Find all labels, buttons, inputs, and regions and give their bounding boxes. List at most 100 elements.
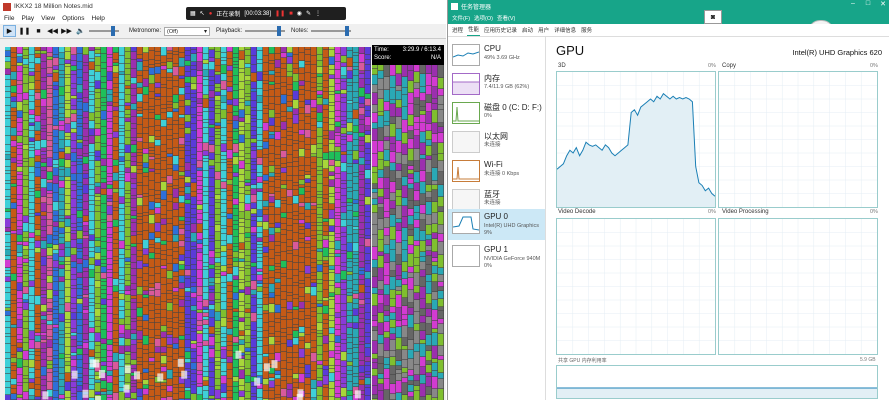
note-block bbox=[71, 255, 77, 262]
note-block bbox=[53, 307, 59, 310]
note-block bbox=[155, 159, 161, 164]
menu-play[interactable]: Play bbox=[21, 15, 34, 22]
note-block bbox=[131, 162, 137, 166]
note-block bbox=[119, 226, 125, 232]
resource-cpu[interactable]: CPU 49% 3.69 GHz bbox=[448, 41, 545, 70]
note-block bbox=[269, 298, 275, 304]
note-block bbox=[311, 139, 317, 145]
note-block bbox=[227, 173, 233, 180]
note-block bbox=[227, 66, 233, 71]
note-block bbox=[191, 319, 197, 325]
pen-icon[interactable]: ✎ bbox=[306, 10, 311, 17]
note-block bbox=[191, 325, 197, 329]
note-block bbox=[95, 201, 101, 206]
note-block bbox=[149, 148, 155, 151]
stop-record-icon[interactable]: ■ bbox=[289, 11, 293, 17]
note-block bbox=[65, 147, 71, 154]
note-block bbox=[299, 130, 305, 135]
note-block bbox=[167, 69, 173, 73]
note-block bbox=[197, 171, 203, 177]
tm-menu-view[interactable]: 查看(V) bbox=[497, 14, 515, 22]
note-block bbox=[29, 55, 35, 63]
note-block bbox=[305, 100, 311, 105]
note-block bbox=[65, 257, 71, 262]
note-block bbox=[167, 89, 173, 97]
tm-menu-options[interactable]: 选项(O) bbox=[474, 14, 493, 22]
note-block bbox=[197, 177, 203, 181]
note-block bbox=[305, 175, 311, 179]
pointer-icon[interactable]: ↖ bbox=[200, 10, 205, 17]
menu-file[interactable]: File bbox=[4, 15, 14, 22]
note-block bbox=[113, 53, 119, 60]
resource-ethernet[interactable]: 以太网 未连接 bbox=[448, 128, 545, 157]
note-block bbox=[77, 252, 83, 259]
note-block bbox=[359, 175, 365, 180]
resource-gpu0[interactable]: GPU 0 Intel(R) UHD Graphics 9% bbox=[448, 209, 545, 240]
note-block bbox=[65, 216, 71, 219]
note-block bbox=[5, 247, 11, 250]
more-icon[interactable]: ⋮ bbox=[315, 10, 321, 17]
note-block bbox=[173, 354, 179, 360]
tab-users[interactable]: 用户 bbox=[537, 26, 550, 36]
camera-icon[interactable]: ◉ bbox=[297, 10, 302, 17]
note-block bbox=[341, 245, 347, 251]
metronome-select[interactable]: (Off) bbox=[164, 26, 211, 37]
note-block bbox=[77, 334, 83, 342]
playback-slider-thumb[interactable] bbox=[277, 26, 282, 36]
rewind-button[interactable]: ◀◀ bbox=[47, 26, 58, 36]
note-block bbox=[143, 128, 149, 134]
note-block bbox=[17, 132, 23, 136]
note-block bbox=[5, 308, 11, 311]
forward-button[interactable]: ▶▶ bbox=[61, 26, 72, 36]
menu-options[interactable]: Options bbox=[62, 15, 84, 22]
note-block bbox=[185, 204, 191, 213]
resource-disk[interactable]: 磁盘 0 (C: D: F:) 0% bbox=[448, 99, 545, 128]
minimize-icon[interactable]: – bbox=[846, 0, 860, 7]
resource-gpu1[interactable]: GPU 1 NVIDIA GeForce 940M 0% bbox=[448, 242, 545, 273]
note-block bbox=[209, 286, 215, 290]
capture-overlay-icon[interactable]: ◙ bbox=[704, 10, 722, 24]
tab-processes[interactable]: 进程 bbox=[451, 26, 464, 36]
note-block bbox=[378, 335, 384, 344]
tm-menu-file[interactable]: 文件(F) bbox=[452, 14, 470, 22]
volume-button[interactable]: 🔈 bbox=[75, 26, 86, 36]
note-block bbox=[137, 163, 143, 166]
tab-performance[interactable]: 性能 bbox=[467, 25, 481, 36]
tab-services[interactable]: 服务 bbox=[580, 26, 593, 36]
tab-startup[interactable]: 启动 bbox=[521, 26, 534, 36]
note-block bbox=[281, 173, 287, 181]
note-block bbox=[59, 78, 65, 87]
playback-slider[interactable] bbox=[245, 26, 286, 36]
volume-slider[interactable] bbox=[89, 26, 119, 36]
menu-help[interactable]: Help bbox=[92, 15, 105, 22]
resource-detail: 未连接 0 Kbps bbox=[484, 171, 520, 177]
notes-slider[interactable] bbox=[311, 26, 352, 36]
maximize-icon[interactable]: □ bbox=[861, 0, 875, 7]
note-block bbox=[173, 235, 179, 242]
note-block bbox=[287, 85, 293, 90]
note-block bbox=[215, 293, 221, 300]
resource-wifi[interactable]: Wi-Fi 未连接 0 Kbps bbox=[448, 157, 545, 186]
note-block bbox=[215, 203, 221, 209]
notes-slider-thumb[interactable] bbox=[345, 26, 350, 36]
note-block bbox=[59, 87, 65, 96]
menu-view[interactable]: View bbox=[41, 15, 55, 22]
pause-record-icon[interactable]: ❚❚ bbox=[275, 10, 285, 17]
grid-icon[interactable]: ▦ bbox=[190, 10, 196, 17]
resource-memory[interactable]: 内存 7.4/11.9 GB (62%) bbox=[448, 70, 545, 99]
note-block bbox=[23, 287, 29, 294]
note-block bbox=[17, 257, 23, 265]
close-icon[interactable]: ✕ bbox=[876, 0, 889, 8]
note-block bbox=[47, 86, 53, 89]
play-button[interactable]: ▶ bbox=[3, 25, 16, 37]
stop-button[interactable]: ■ bbox=[33, 26, 44, 36]
note-block bbox=[191, 270, 197, 277]
note-block bbox=[390, 375, 396, 384]
tab-details[interactable]: 详细信息 bbox=[553, 26, 577, 36]
tab-app-history[interactable]: 应用历史记录 bbox=[483, 26, 518, 36]
note-block bbox=[221, 372, 227, 376]
pause-button[interactable]: ❚❚ bbox=[19, 26, 31, 36]
note-block bbox=[269, 242, 275, 250]
note-block bbox=[305, 223, 311, 229]
volume-slider-thumb[interactable] bbox=[111, 26, 115, 36]
